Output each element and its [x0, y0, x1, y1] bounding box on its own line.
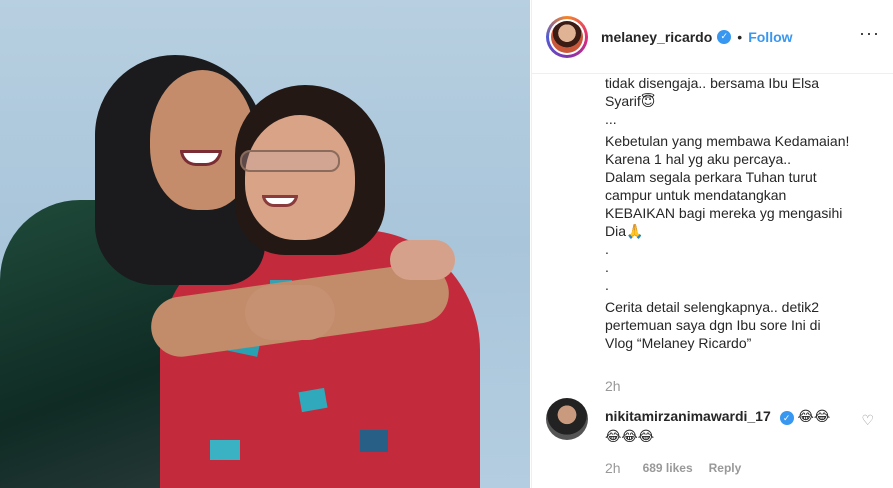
- post-header: melaney_ricardo ✓ • Follow ···: [532, 0, 893, 74]
- more-options-icon[interactable]: ···: [859, 24, 880, 42]
- caption-line: .: [605, 277, 609, 293]
- comment-meta: 2h 689 likes Reply: [605, 460, 741, 476]
- caption-line: Dia🙏: [605, 223, 644, 239]
- author-username[interactable]: melaney_ricardo: [601, 29, 712, 45]
- photo-pattern: [210, 440, 240, 460]
- photo-glasses: [240, 150, 340, 172]
- caption-line: KEBAIKAN bagi mereka yg mengasihi: [605, 205, 843, 221]
- author-avatar-image: [551, 20, 583, 53]
- comment-item: nikitamirzanimawardi_17 ✓ 😂😂 😂😂😂 ♡: [546, 398, 886, 448]
- photo-pattern: [360, 430, 388, 452]
- verified-badge-icon: ✓: [779, 411, 794, 425]
- comment-text: 😂😂: [797, 408, 831, 424]
- follow-button[interactable]: Follow: [748, 29, 792, 45]
- caption-line: tidak disengaja.. bersama Ibu Elsa: [605, 75, 820, 91]
- comment-likes-count[interactable]: 689 likes: [643, 461, 693, 475]
- caption-line: .: [605, 259, 609, 275]
- caption-line: .: [605, 241, 609, 257]
- caption-line: ...: [605, 111, 617, 127]
- comment-text-continued: 😂😂😂: [605, 428, 655, 444]
- photo-hand: [390, 240, 455, 280]
- commenter-avatar[interactable]: [546, 398, 588, 440]
- post-side-panel: melaney_ricardo ✓ • Follow ··· tidak dis…: [531, 0, 893, 488]
- caption-line: campur untuk mendatangkan: [605, 187, 787, 203]
- comment-body: nikitamirzanimawardi_17 ✓ 😂😂 😂😂😂: [605, 406, 855, 446]
- caption-line: pertemuan saya dgn Ibu sore Ini di: [605, 317, 821, 333]
- author-avatar-border: [549, 18, 585, 55]
- post-photo[interactable]: [0, 0, 530, 488]
- verified-badge-icon: ✓: [717, 29, 732, 44]
- caption-line: Kebetulan yang membawa Kedamaian!: [605, 133, 850, 149]
- caption-line: Vlog “Melaney Ricardo”: [605, 335, 752, 351]
- caption-line: Dalam segala perkara Tuhan turut: [605, 169, 817, 185]
- like-comment-heart-icon[interactable]: ♡: [861, 412, 874, 429]
- caption-line: Syarif😇: [605, 93, 656, 109]
- reply-button[interactable]: Reply: [709, 461, 742, 475]
- separator-dot: •: [737, 28, 743, 45]
- photo-hand: [245, 285, 335, 340]
- caption-line: Cerita detail selengkapnya.. detik2: [605, 299, 820, 315]
- post-caption: tidak disengaja.. bersama Ibu Elsa Syari…: [605, 74, 880, 374]
- caption-timestamp[interactable]: 2h: [605, 378, 621, 394]
- caption-line: Karena 1 hal yg aku percaya..: [605, 151, 792, 167]
- author-avatar[interactable]: [546, 15, 588, 58]
- photo-person-right-face: [245, 115, 355, 240]
- comment-timestamp[interactable]: 2h: [605, 460, 621, 476]
- commenter-username[interactable]: nikitamirzanimawardi_17: [605, 408, 771, 424]
